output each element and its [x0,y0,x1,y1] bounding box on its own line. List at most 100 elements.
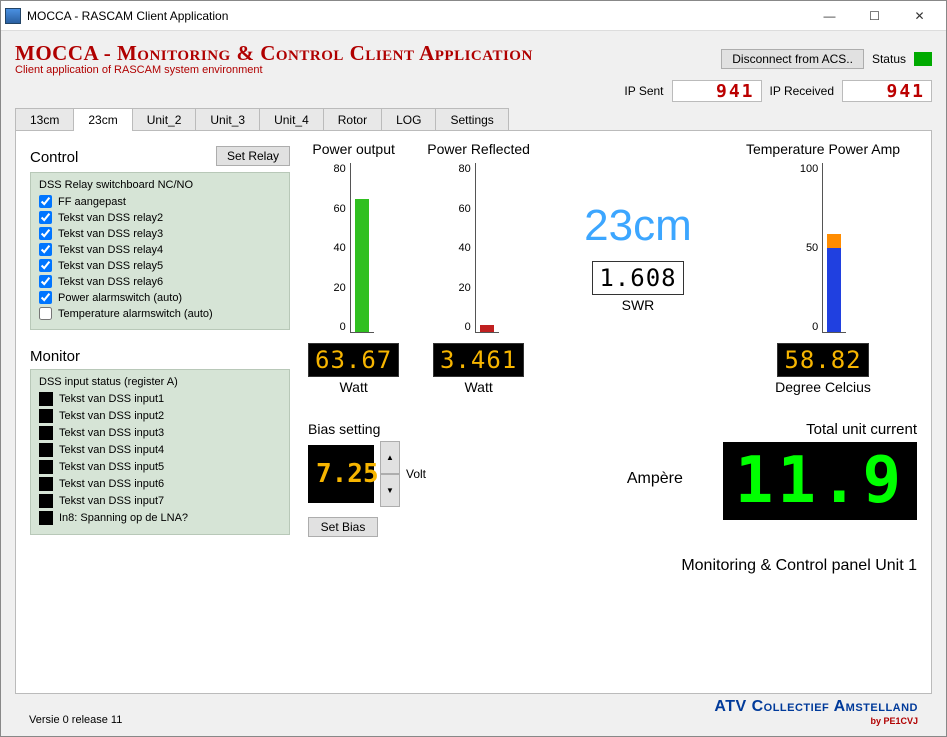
relay-item-label: Tekst van DSS relay4 [58,244,163,256]
relay-item[interactable]: Tekst van DSS relay4 [39,243,281,256]
relay-checkbox[interactable] [39,195,52,208]
status-indicator-icon [914,52,932,66]
gauge-bar [480,325,494,332]
window-title-bar: MOCCA - RASCAM Client Application — ☐ ✕ [1,1,946,31]
monitor-item: Tekst van DSS input1 [39,392,281,406]
monitor-item: Tekst van DSS input4 [39,443,281,457]
relay-item[interactable]: Tekst van DSS relay2 [39,211,281,224]
relay-checkbox[interactable] [39,307,52,320]
relay-item-label: Power alarmswitch (auto) [58,292,182,304]
status-square-icon [39,460,53,474]
relay-item-label: Tekst van DSS relay3 [58,228,163,240]
gauge-title: Temperature Power Amp [746,141,900,157]
monitor-item: Tekst van DSS input6 [39,477,281,491]
temperature-readout: 58.82 [777,343,868,377]
monitor-title: Monitor [30,348,290,365]
relay-item[interactable]: Tekst van DSS relay6 [39,275,281,288]
bias-unit: Volt [406,467,426,481]
set-relay-button[interactable]: Set Relay [216,146,290,166]
relay-item[interactable]: Power alarmswitch (auto) [39,291,281,304]
relay-panel-title: DSS Relay switchboard NC/NO [39,179,281,191]
monitor-item-label: Tekst van DSS input7 [59,495,164,507]
monitor-panel: DSS input status (register A) Tekst van … [30,369,290,535]
monitor-item: In8: Spanning op de LNA? [39,511,281,525]
total-current-readout: 11.9 [723,442,917,520]
gauge-temperature: Temperature Power Amp 100 50 0 [746,141,900,395]
relay-checkbox[interactable] [39,243,52,256]
monitor-item-label: Tekst van DSS input5 [59,461,164,473]
gauge-power-reflected: Power Reflected 80 60 40 20 0 3.461 [427,141,530,395]
ip-sent-label: IP Sent [624,84,663,98]
status-square-icon [39,409,53,423]
bias-down-button[interactable]: ▼ [380,474,400,507]
monitor-item: Tekst van DSS input7 [39,494,281,508]
relay-checkbox[interactable] [39,291,52,304]
tab-unit3[interactable]: Unit_3 [195,108,260,131]
relay-item[interactable]: FF aangepast [39,195,281,208]
monitor-item: Tekst van DSS input2 [39,409,281,423]
tab-23cm[interactable]: 23cm [73,108,132,131]
bias-title: Bias setting [308,421,426,437]
app-icon [5,8,21,24]
monitor-item-label: Tekst van DSS input6 [59,478,164,490]
status-square-icon [39,392,53,406]
window-maximize-button[interactable]: ☐ [852,2,897,30]
ip-sent-value: 941 [672,80,762,102]
relay-panel: DSS Relay switchboard NC/NO FF aangepast… [30,172,290,330]
window-minimize-button[interactable]: — [807,2,852,30]
tab-log[interactable]: LOG [381,108,436,131]
gauge-title: Power output [312,141,395,157]
monitor-item-label: Tekst van DSS input1 [59,393,164,405]
total-current-unit: Ampère [627,470,683,488]
gauge-bar [355,199,369,333]
tab-unit2[interactable]: Unit_2 [132,108,197,131]
control-title: Control [30,149,78,166]
swr-unit: SWR [622,297,655,313]
window-close-button[interactable]: ✕ [897,2,942,30]
relay-item-label: Tekst van DSS relay6 [58,276,163,288]
status-square-icon [39,426,53,440]
power-reflected-unit: Watt [464,379,492,395]
app-title: MOCCA - Monitoring & Control Client Appl… [15,41,533,66]
bias-value: 7.25 [308,445,374,503]
tab-13cm[interactable]: 13cm [15,108,74,131]
ip-received-value: 941 [842,80,932,102]
tab-bar: 13cm 23cm Unit_2 Unit_3 Unit_4 Rotor LOG… [15,108,932,131]
status-square-icon [39,477,53,491]
gauge-ticks: 80 60 40 20 0 [334,163,346,333]
relay-checkbox[interactable] [39,211,52,224]
temp-bar-orange [827,234,841,248]
disconnect-button[interactable]: Disconnect from ACS.. [721,49,864,69]
temp-bar-blue [827,248,841,333]
relay-item[interactable]: Tekst van DSS relay5 [39,259,281,272]
set-bias-button[interactable]: Set Bias [308,517,378,537]
status-square-icon [39,494,53,508]
relay-item[interactable]: Temperature alarmswitch (auto) [39,307,281,320]
version-label: Versie 0 release 11 [29,714,122,726]
status-square-icon [39,511,53,525]
relay-item-label: Tekst van DSS relay2 [58,212,163,224]
gauge-ticks: 80 60 40 20 0 [458,163,470,333]
relay-item[interactable]: Tekst van DSS relay3 [39,227,281,240]
bias-up-button[interactable]: ▲ [380,441,400,474]
monitor-item-label: In8: Spanning op de LNA? [59,512,188,524]
gauge-power-output: Power output 80 60 40 20 0 63.67 [308,141,399,395]
status-square-icon [39,443,53,457]
tab-settings[interactable]: Settings [435,108,508,131]
relay-checkbox[interactable] [39,275,52,288]
gauge-ticks: 100 50 0 [800,163,818,333]
tab-unit4[interactable]: Unit_4 [259,108,324,131]
bias-block: Bias setting 7.25 ▲ ▼ Volt Set Bias [308,421,426,537]
monitor-item-label: Tekst van DSS input3 [59,427,164,439]
relay-checkbox[interactable] [39,227,52,240]
monitor-item: Tekst van DSS input3 [39,426,281,440]
monitor-item-label: Tekst van DSS input2 [59,410,164,422]
monitor-panel-title: DSS input status (register A) [39,376,281,388]
swr-block: 23cm 1.608 SWR [558,141,718,313]
relay-item-label: Temperature alarmswitch (auto) [58,308,213,320]
ip-received-label: IP Received [770,84,834,98]
window-title: MOCCA - RASCAM Client Application [27,9,807,23]
tab-rotor[interactable]: Rotor [323,108,382,131]
monitor-item-label: Tekst van DSS input4 [59,444,164,456]
relay-checkbox[interactable] [39,259,52,272]
